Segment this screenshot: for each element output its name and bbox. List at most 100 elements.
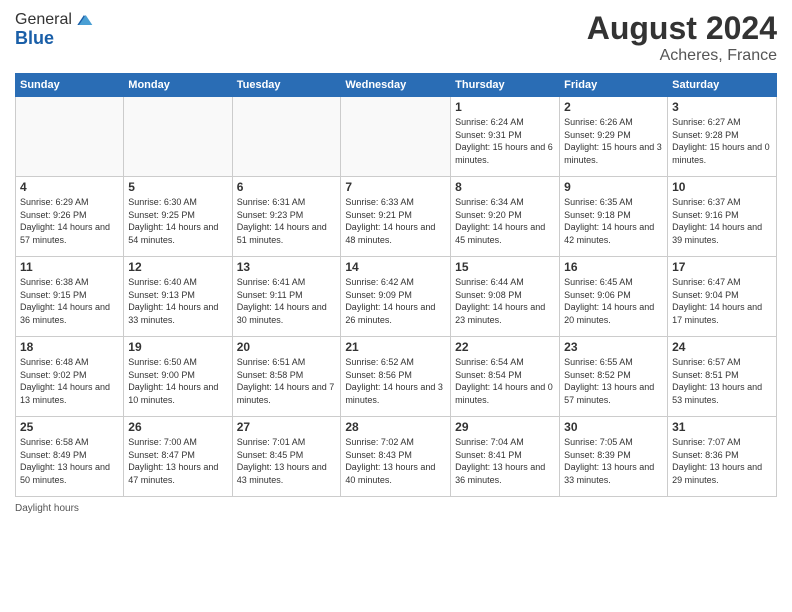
month-year-title: August 2024 [587, 10, 777, 47]
day-number: 28 [345, 420, 446, 434]
day-info: Sunrise: 6:37 AM Sunset: 9:16 PM Dayligh… [672, 196, 772, 246]
day-info: Sunrise: 6:31 AM Sunset: 9:23 PM Dayligh… [237, 196, 337, 246]
calendar-day-cell: 14 Sunrise: 6:42 AM Sunset: 9:09 PM Dayli… [341, 257, 451, 337]
day-number: 19 [128, 340, 227, 354]
calendar-day-cell [232, 97, 341, 177]
calendar-day-header: Monday [124, 74, 232, 97]
calendar-day-cell: 8 Sunrise: 6:34 AM Sunset: 9:20 PM Daylig… [451, 177, 560, 257]
day-info: Sunrise: 7:05 AM Sunset: 8:39 PM Dayligh… [564, 436, 663, 486]
day-info: Sunrise: 6:24 AM Sunset: 9:31 PM Dayligh… [455, 116, 555, 166]
daylight-hours-label: Daylight hours [15, 503, 79, 514]
day-info: Sunrise: 6:45 AM Sunset: 9:06 PM Dayligh… [564, 276, 663, 326]
calendar-header-row: SundayMondayTuesdayWednesdayThursdayFrid… [16, 74, 777, 97]
day-number: 14 [345, 260, 446, 274]
calendar-day-cell: 25Sunrise: 6:58 AM Sunset: 8:49 PM Dayli… [16, 417, 124, 497]
location-subtitle: Acheres, France [587, 47, 777, 65]
day-info: Sunrise: 6:44 AM Sunset: 9:08 PM Dayligh… [455, 276, 555, 326]
day-number: 21 [345, 340, 446, 354]
day-info: Sunrise: 6:27 AM Sunset: 9:28 PM Dayligh… [672, 116, 772, 166]
day-number: 8 [455, 180, 555, 194]
calendar-day-cell: 17Sunrise: 6:47 AM Sunset: 9:04 PM Dayli… [668, 257, 777, 337]
day-info: Sunrise: 6:57 AM Sunset: 8:51 PM Dayligh… [672, 356, 772, 406]
title-block: August 2024 Acheres, France [587, 10, 777, 65]
day-info: Sunrise: 6:30 AM Sunset: 9:25 PM Dayligh… [128, 196, 227, 246]
day-number: 20 [237, 340, 337, 354]
day-info: Sunrise: 7:02 AM Sunset: 8:43 PM Dayligh… [345, 436, 446, 486]
calendar-day-cell: 15Sunrise: 6:44 AM Sunset: 9:08 PM Dayli… [451, 257, 560, 337]
day-info: Sunrise: 6:26 AM Sunset: 9:29 PM Dayligh… [564, 116, 663, 166]
day-number: 31 [672, 420, 772, 434]
calendar-week-row: 25Sunrise: 6:58 AM Sunset: 8:49 PM Dayli… [16, 417, 777, 497]
day-number: 13 [237, 260, 337, 274]
calendar-week-row: 11Sunrise: 6:38 AM Sunset: 9:15 PM Dayli… [16, 257, 777, 337]
day-info: Sunrise: 7:00 AM Sunset: 8:47 PM Dayligh… [128, 436, 227, 486]
calendar-day-cell: 10 Sunrise: 6:37 AM Sunset: 9:16 PM Dayli… [668, 177, 777, 257]
day-info: Sunrise: 6:48 AM Sunset: 9:02 PM Dayligh… [20, 356, 119, 406]
day-info: Sunrise: 6:29 AM Sunset: 9:26 PM Dayligh… [20, 196, 119, 246]
calendar-day-cell: 27 Sunrise: 7:01 AM Sunset: 8:45 PM Dayli… [232, 417, 341, 497]
calendar-week-row: 1 Sunrise: 6:24 AM Sunset: 9:31 PM Daylig… [16, 97, 777, 177]
day-info: Sunrise: 6:40 AM Sunset: 9:13 PM Dayligh… [128, 276, 227, 326]
calendar-day-cell [16, 97, 124, 177]
calendar-day-cell: 6 Sunrise: 6:31 AM Sunset: 9:23 PM Daylig… [232, 177, 341, 257]
page: General Blue August 2024 Acheres, France… [0, 0, 792, 612]
day-info: Sunrise: 6:35 AM Sunset: 9:18 PM Dayligh… [564, 196, 663, 246]
calendar-day-cell: 23 Sunrise: 6:55 AM Sunset: 8:52 PM Dayli… [560, 337, 668, 417]
day-number: 1 [455, 100, 555, 114]
day-info: Sunrise: 6:50 AM Sunset: 9:00 PM Dayligh… [128, 356, 227, 406]
calendar-day-cell: 16Sunrise: 6:45 AM Sunset: 9:06 PM Dayli… [560, 257, 668, 337]
day-number: 18 [20, 340, 119, 354]
calendar-day-cell: 9 Sunrise: 6:35 AM Sunset: 9:18 PM Daylig… [560, 177, 668, 257]
day-number: 5 [128, 180, 227, 194]
day-number: 27 [237, 420, 337, 434]
calendar-day-cell: 5 Sunrise: 6:30 AM Sunset: 9:25 PM Daylig… [124, 177, 232, 257]
day-info: Sunrise: 6:55 AM Sunset: 8:52 PM Dayligh… [564, 356, 663, 406]
calendar-day-header: Saturday [668, 74, 777, 97]
header: General Blue August 2024 Acheres, France [15, 10, 777, 65]
day-number: 9 [564, 180, 663, 194]
day-number: 23 [564, 340, 663, 354]
day-number: 26 [128, 420, 227, 434]
calendar-day-cell: 12Sunrise: 6:40 AM Sunset: 9:13 PM Dayli… [124, 257, 232, 337]
calendar-day-header: Thursday [451, 74, 560, 97]
calendar-day-cell: 2 Sunrise: 6:26 AM Sunset: 9:29 PM Daylig… [560, 97, 668, 177]
day-info: Sunrise: 6:42 AM Sunset: 9:09 PM Dayligh… [345, 276, 446, 326]
day-info: Sunrise: 6:54 AM Sunset: 8:54 PM Dayligh… [455, 356, 555, 406]
calendar-day-cell: 30 Sunrise: 7:05 AM Sunset: 8:39 PM Dayli… [560, 417, 668, 497]
day-number: 29 [455, 420, 555, 434]
calendar-week-row: 18 Sunrise: 6:48 AM Sunset: 9:02 PM Dayli… [16, 337, 777, 417]
day-info: Sunrise: 6:51 AM Sunset: 8:58 PM Dayligh… [237, 356, 337, 406]
calendar-day-cell: 7Sunrise: 6:33 AM Sunset: 9:21 PM Daylig… [341, 177, 451, 257]
day-info: Sunrise: 7:01 AM Sunset: 8:45 PM Dayligh… [237, 436, 337, 486]
logo-general-text: General [15, 11, 72, 29]
calendar-day-cell: 29 Sunrise: 7:04 AM Sunset: 8:41 PM Dayli… [451, 417, 560, 497]
calendar-day-cell: 31Sunrise: 7:07 AM Sunset: 8:36 PM Dayli… [668, 417, 777, 497]
logo-blue-text: Blue [15, 28, 94, 49]
day-info: Sunrise: 7:04 AM Sunset: 8:41 PM Dayligh… [455, 436, 555, 486]
day-number: 10 [672, 180, 772, 194]
logo-icon [74, 10, 94, 30]
day-number: 30 [564, 420, 663, 434]
day-number: 11 [20, 260, 119, 274]
day-info: Sunrise: 6:41 AM Sunset: 9:11 PM Dayligh… [237, 276, 337, 326]
day-info: Sunrise: 6:58 AM Sunset: 8:49 PM Dayligh… [20, 436, 119, 486]
calendar-day-header: Friday [560, 74, 668, 97]
calendar-day-header: Tuesday [232, 74, 341, 97]
calendar-day-cell: 22Sunrise: 6:54 AM Sunset: 8:54 PM Dayli… [451, 337, 560, 417]
calendar-day-cell: 18 Sunrise: 6:48 AM Sunset: 9:02 PM Dayli… [16, 337, 124, 417]
calendar-day-header: Wednesday [341, 74, 451, 97]
logo: General Blue [15, 10, 94, 49]
day-number: 2 [564, 100, 663, 114]
calendar-day-header: Sunday [16, 74, 124, 97]
day-number: 6 [237, 180, 337, 194]
calendar-day-cell: 19 Sunrise: 6:50 AM Sunset: 9:00 PM Dayli… [124, 337, 232, 417]
calendar-day-cell: 4Sunrise: 6:29 AM Sunset: 9:26 PM Daylig… [16, 177, 124, 257]
day-info: Sunrise: 6:34 AM Sunset: 9:20 PM Dayligh… [455, 196, 555, 246]
footer: Daylight hours [15, 503, 777, 514]
day-info: Sunrise: 6:52 AM Sunset: 8:56 PM Dayligh… [345, 356, 446, 406]
calendar-day-cell: 11Sunrise: 6:38 AM Sunset: 9:15 PM Dayli… [16, 257, 124, 337]
calendar-week-row: 4Sunrise: 6:29 AM Sunset: 9:26 PM Daylig… [16, 177, 777, 257]
calendar-day-cell: 13 Sunrise: 6:41 AM Sunset: 9:11 PM Dayli… [232, 257, 341, 337]
day-info: Sunrise: 6:47 AM Sunset: 9:04 PM Dayligh… [672, 276, 772, 326]
calendar-day-cell [341, 97, 451, 177]
